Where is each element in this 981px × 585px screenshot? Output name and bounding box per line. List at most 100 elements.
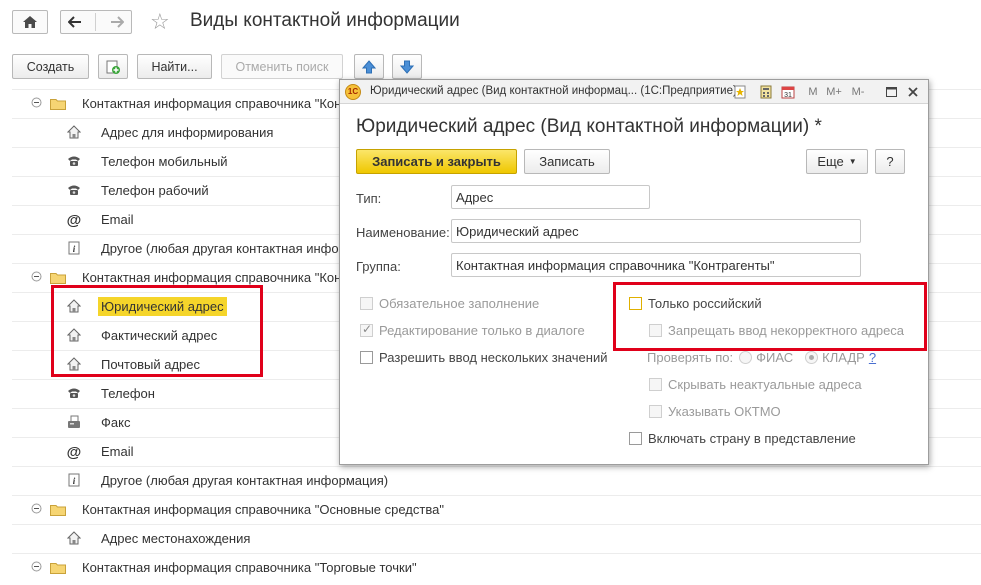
find-button[interactable]: Найти... [137,54,212,79]
mandatory-label: Обязательное заполнение [379,296,540,311]
hide-obsolete-option[interactable]: Скрывать неактуальные адреса [649,377,862,392]
multiple-values-label: Разрешить ввод нескольких значений [379,350,608,365]
at-icon: @ [66,212,82,229]
calculator-icon[interactable] [758,83,774,101]
bookmark-icon[interactable] [732,83,748,101]
phone-icon [66,183,82,199]
home-icon [23,16,37,28]
mandatory-option[interactable]: Обязательное заполнение [360,296,539,311]
page-title: Виды контактной информации [190,10,460,31]
check-by-label: Проверять по: [647,350,734,365]
memory-plus-button[interactable]: M+ [824,83,844,101]
info-icon: i [66,241,82,257]
add-folder-icon [106,60,120,74]
more-button-label: Еще [817,154,844,169]
include-country-label: Включать страну в представление [648,431,856,446]
folder-icon [50,273,66,284]
home-button[interactable] [12,10,48,34]
type-field[interactable]: Адрес [451,185,650,209]
house-icon [66,531,82,547]
folder-icon [50,563,66,574]
include-country-option[interactable]: Включать страну в представление [629,431,856,446]
arrow-down-icon [400,60,414,74]
highlight-frame-russian [613,282,927,351]
mandatory-checkbox[interactable] [360,297,373,310]
save-and-close-button[interactable]: Записать и закрыть [356,149,517,174]
dialog-only-checkbox[interactable] [360,322,373,337]
forward-arrow-icon[interactable] [110,16,125,28]
hide-obsolete-label: Скрывать неактуальные адреса [668,377,862,392]
oktmo-label: Указывать ОКТМО [668,404,781,419]
move-up-button[interactable] [354,54,384,79]
oktmo-option[interactable]: Указывать ОКТМО [649,404,781,419]
more-button[interactable]: Еще ▼ [806,149,868,174]
info-icon: i [66,473,82,489]
item-label: Email [101,444,134,459]
phone-icon [66,386,82,402]
group-label: Контактная информация справочника "Конт [82,96,348,111]
help-button[interactable]: ? [875,149,905,174]
fias-radio[interactable] [739,351,753,364]
dialog-caption: Юридический адрес (Вид контактной информ… [370,85,737,97]
dialog-titlebar: 1С Юридический адрес (Вид контактной инф… [340,80,928,104]
cancel-search-button[interactable]: Отменить поиск [221,54,343,79]
memory-m-button[interactable]: M [806,83,820,101]
item-label: Телефон [101,386,155,401]
group-label: Контактная информация справочника "Конт [82,270,348,285]
folder-icon [50,505,66,516]
dialog-only-label: Редактирование только в диалоге [379,323,585,338]
dialog-only-option[interactable]: Редактирование только в диалоге [360,322,585,338]
item-label: Факс [101,415,131,430]
edit-dialog: 1С Юридический адрес (Вид контактной инф… [339,79,929,465]
item-label: Телефон мобильный [101,154,228,169]
group-label: Группа: [356,259,401,274]
calendar-icon[interactable]: 31 [780,83,796,101]
oktmo-checkbox[interactable] [649,405,662,418]
dialog-heading: Юридический адрес (Вид контактной информ… [356,116,822,137]
fias-label: ФИАС [756,350,794,365]
back-arrow-icon[interactable] [67,16,82,28]
list-item[interactable]: Адрес местонахождения [12,524,981,553]
include-country-checkbox[interactable] [629,432,642,445]
item-label: Другое (любая другая контактная информац… [101,473,389,488]
1c-app-icon: 1С [345,84,361,100]
favorite-star-icon[interactable]: ☆ [150,9,170,35]
item-label: Другое (любая другая контактная инфор [101,241,346,256]
group-row[interactable]: Контактная информация справочника "Основ… [12,495,981,524]
create-group-button[interactable] [98,54,128,79]
collapse-icon[interactable] [31,271,42,282]
name-label: Наименование: [356,225,450,240]
save-button[interactable]: Записать [524,149,610,174]
collapse-icon[interactable] [31,97,42,108]
history-nav [60,10,132,34]
chevron-down-icon: ▼ [848,157,857,166]
list-item[interactable]: i Другое (любая другая контактная информа… [12,466,981,495]
type-label: Тип: [356,191,382,206]
close-icon[interactable] [906,83,920,101]
highlight-frame-addresses [51,285,263,377]
check-by-help-link[interactable]: ? [869,350,876,365]
check-by-group: Проверять по: ФИАС КЛАДР ? [647,350,876,365]
arrow-up-icon [362,59,376,73]
group-label: Контактная информация справочника "Торго… [82,560,417,575]
folder-icon [50,99,66,110]
multiple-values-option[interactable]: Разрешить ввод нескольких значений [360,350,607,365]
svg-text:31: 31 [784,92,792,99]
group-row[interactable]: Контактная информация справочника "Торго… [12,553,981,582]
create-button[interactable]: Создать [12,54,89,79]
at-icon: @ [66,444,82,461]
collapse-icon[interactable] [31,503,42,514]
item-label: Телефон рабочий [101,183,209,198]
group-field[interactable]: Контактная информация справочника "Контр… [451,253,861,277]
hide-obsolete-checkbox[interactable] [649,378,662,391]
multiple-values-checkbox[interactable] [360,351,373,364]
group-label: Контактная информация справочника "Основ… [82,502,444,517]
collapse-icon[interactable] [31,561,42,572]
maximize-icon[interactable] [884,83,898,101]
memory-minus-button[interactable]: M- [848,83,868,101]
kladr-label: КЛАДР [822,350,865,365]
phone-icon [66,154,82,170]
move-down-button[interactable] [392,54,422,79]
name-field[interactable]: Юридический адрес [451,219,861,243]
kladr-radio[interactable] [805,351,819,364]
